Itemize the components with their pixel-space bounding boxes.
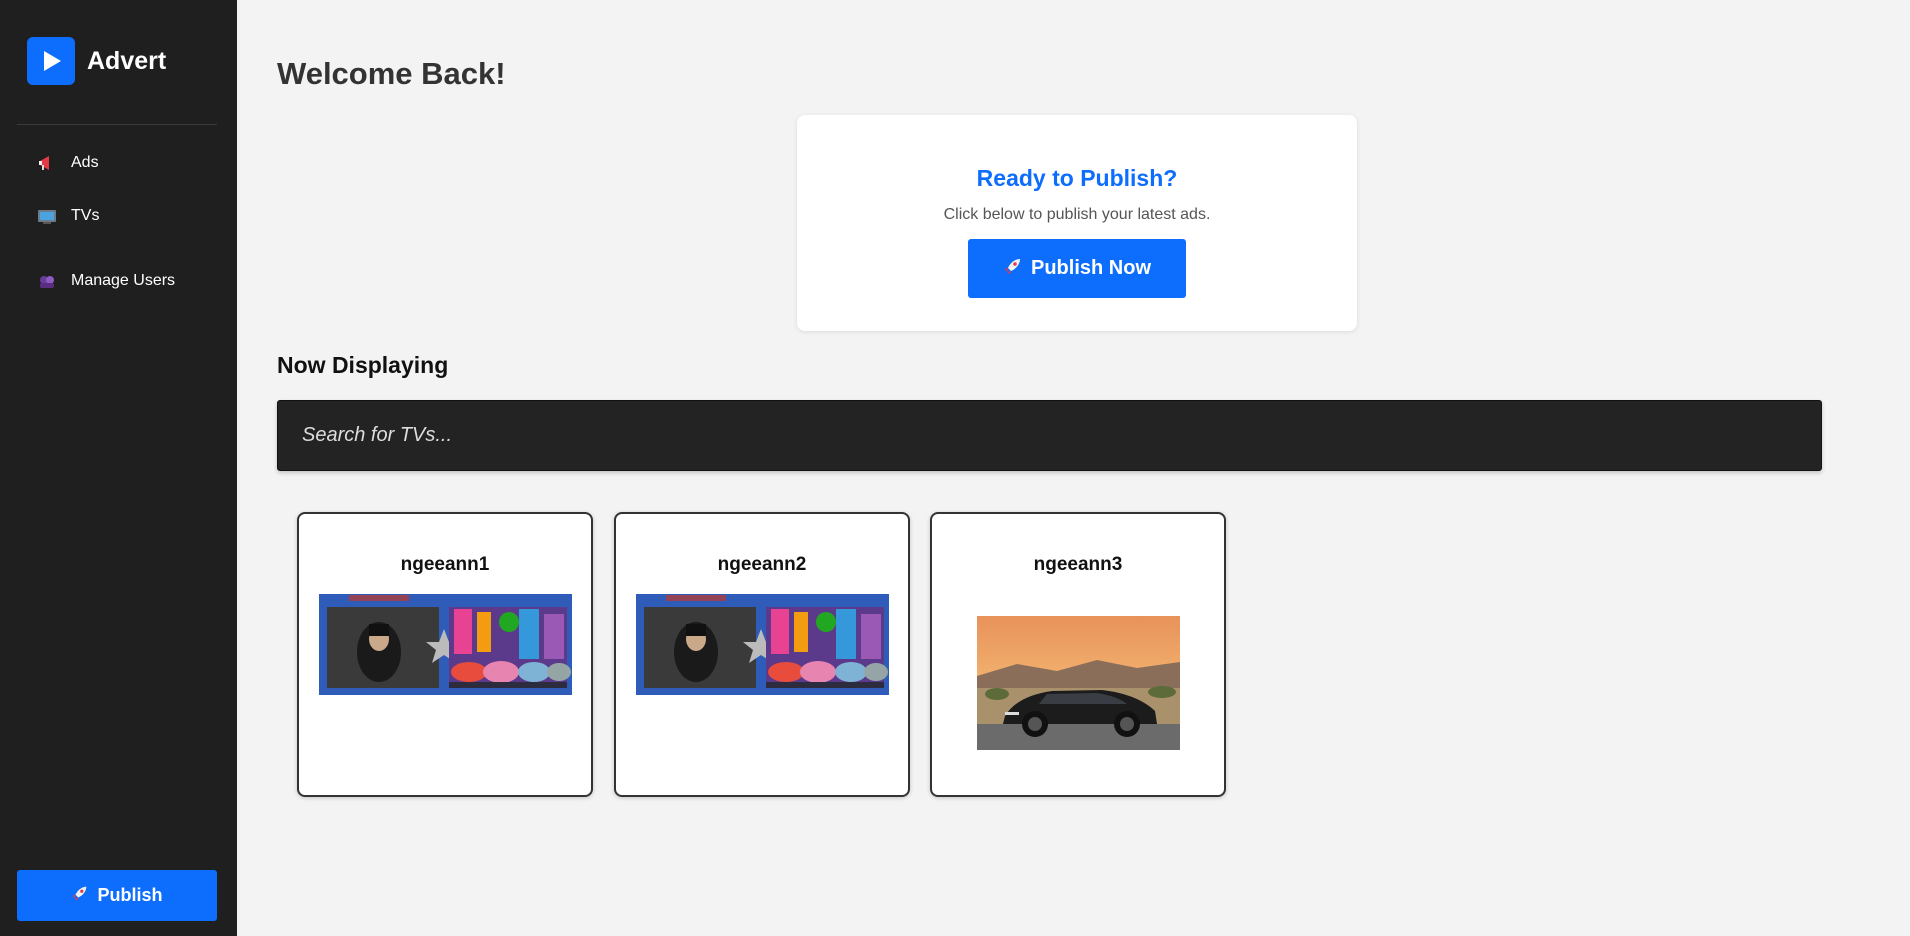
sidebar-item-ads[interactable]: Ads	[0, 143, 237, 183]
megaphone-icon	[36, 152, 58, 174]
users-icon	[36, 270, 58, 292]
tv-name: ngeeann2	[717, 554, 807, 575]
publish-card-heading: Ready to Publish?	[976, 165, 1178, 191]
sidebar-publish-label: Publish	[97, 885, 163, 905]
sidebar-item-label: Ads	[71, 154, 99, 171]
sidebar-item-label: TVs	[71, 206, 100, 224]
sidebar-nav: Ads TVs Manage Users	[0, 143, 237, 313]
rocket-icon	[1003, 256, 1023, 282]
rocket-icon	[71, 884, 89, 907]
publish-now-label: Publish Now	[1031, 257, 1151, 279]
section-title: Now Displaying	[277, 352, 449, 378]
play-icon	[27, 37, 75, 85]
ad-thumbnail	[319, 594, 572, 695]
ad-thumbnail	[977, 616, 1180, 750]
brand[interactable]: Advert	[27, 37, 166, 85]
publish-now-button[interactable]: Publish Now	[968, 239, 1186, 298]
tv-name: ngeeann3	[1033, 554, 1123, 575]
tv-card-ngeeann3[interactable]: ngeeann3	[930, 512, 1226, 797]
television-icon	[36, 205, 58, 227]
search-input[interactable]	[277, 400, 1822, 471]
publish-card: Ready to Publish? Click below to publish…	[797, 115, 1357, 331]
publish-card-description: Click below to publish your latest ads.	[943, 206, 1211, 223]
tv-card-ngeeann2[interactable]: ngeeann2	[614, 512, 910, 797]
sidebar-item-tvs[interactable]: TVs	[0, 183, 237, 248]
ad-thumbnail	[636, 594, 889, 695]
sidebar-item-manage-users[interactable]: Manage Users	[0, 248, 237, 313]
tv-name: ngeeann1	[400, 554, 490, 575]
sidebar-divider	[17, 124, 217, 125]
sidebar-publish-button[interactable]: Publish	[17, 870, 217, 921]
sidebar-item-label: Manage Users	[71, 271, 176, 289]
page-title: Welcome Back!	[277, 56, 506, 91]
tv-card-ngeeann1[interactable]: ngeeann1	[297, 512, 593, 797]
brand-name: Advert	[87, 46, 167, 75]
sidebar: Advert Ads TVs Manage Users Publish	[0, 0, 237, 936]
